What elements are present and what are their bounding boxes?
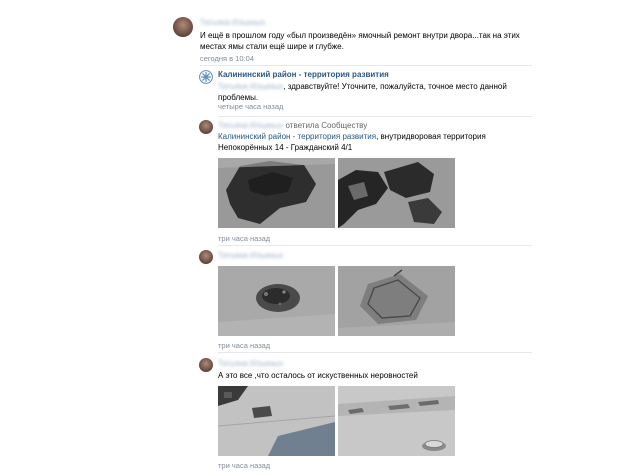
attached-photo[interactable]: [218, 386, 335, 456]
divider: [218, 245, 532, 246]
comment-author[interactable]: Калининский район - территория развития: [218, 69, 389, 80]
attached-photo[interactable]: [338, 158, 455, 228]
comment-text-line: Непокорённых 14 - Гражданский 4/1: [218, 143, 353, 152]
comment-text-line: местах ямы стали ещё шире и глубже.: [200, 42, 344, 51]
comment-header: Татьяна Ильиных ответила Сообществу: [218, 120, 367, 131]
comment-text-line: А это все ,что осталось от искуственных …: [218, 371, 418, 380]
comment-timestamp[interactable]: три часа назад: [218, 341, 270, 350]
comment-author[interactable]: Татьяна Ильиных: [218, 359, 283, 368]
comment-timestamp[interactable]: сегодня в 10:04: [200, 54, 254, 63]
divider: [218, 116, 532, 117]
avatar[interactable]: [199, 358, 213, 372]
comment-author[interactable]: Татьяна Ильиных: [218, 121, 283, 130]
divider: [200, 65, 532, 66]
comment-author[interactable]: Татьяна Ильиных: [200, 18, 265, 27]
comment-timestamp[interactable]: четыре часа назад: [218, 102, 283, 111]
avatar[interactable]: [199, 250, 213, 264]
avatar[interactable]: [173, 17, 193, 37]
avatar[interactable]: [199, 120, 213, 134]
comment-timestamp[interactable]: три часа назад: [218, 234, 270, 243]
attached-photo[interactable]: [218, 158, 335, 228]
comment-text: , внутридворовая территория: [376, 132, 486, 141]
attached-photo[interactable]: [218, 266, 335, 336]
community-logo-icon[interactable]: [199, 70, 213, 84]
comment-author[interactable]: Татьяна Ильиных: [218, 251, 283, 260]
comment-text-line: Калининский район - территория развития,…: [218, 131, 486, 142]
comment-text-line: Татьяна Ильиных, здравствуйте! Уточните,…: [218, 81, 507, 92]
reply-action: ответила Сообществу: [285, 121, 368, 130]
divider: [218, 352, 532, 353]
comment-timestamp[interactable]: три часа назад: [218, 461, 270, 470]
attached-photo[interactable]: [338, 266, 455, 336]
attached-photo[interactable]: [338, 386, 455, 456]
comment-text-line: И ещё в прошлом году «был произведён» ям…: [200, 31, 520, 40]
comment-text: , здравствуйте! Уточните, пожалуйста, то…: [283, 82, 507, 91]
reply-addressee[interactable]: Татьяна Ильиных: [218, 82, 283, 91]
community-mention-link[interactable]: Калининский район - территория развития: [218, 132, 376, 141]
